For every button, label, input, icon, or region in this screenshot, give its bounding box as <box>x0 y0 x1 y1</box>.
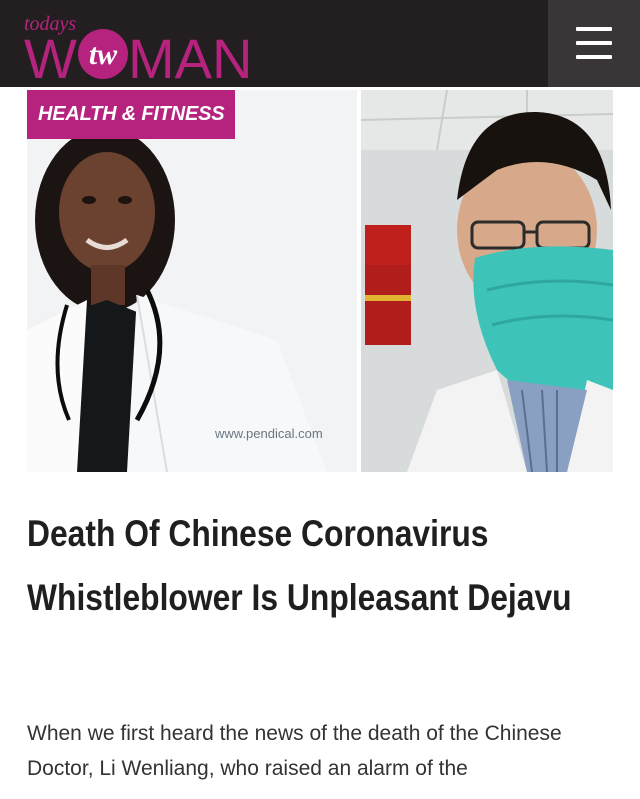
hamburger-icon <box>576 27 612 31</box>
image-watermark: www.pendical.com <box>215 426 323 441</box>
article-title[interactable]: Death Of Chinese Coronavirus Whistleblow… <box>27 502 620 630</box>
logo-monogram: tw <box>89 38 118 71</box>
article-excerpt: When we first heard the news of the deat… <box>27 722 562 780</box>
hamburger-icon-line <box>576 41 612 45</box>
menu-button[interactable] <box>548 0 640 87</box>
site-header: todays W tw MAN <box>0 0 640 90</box>
site-logo[interactable]: todays W tw MAN <box>24 2 264 90</box>
todays-woman-logo: todays W tw MAN <box>24 13 252 90</box>
category-badge[interactable]: HEALTH & FITNESS <box>27 90 236 139</box>
hamburger-icon-line <box>576 55 612 59</box>
logo-wordmark-start: W <box>24 27 77 84</box>
featured-image-art <box>27 90 613 472</box>
logo-wordmark-end: MAN <box>128 27 252 84</box>
featured-image[interactable] <box>27 90 613 472</box>
